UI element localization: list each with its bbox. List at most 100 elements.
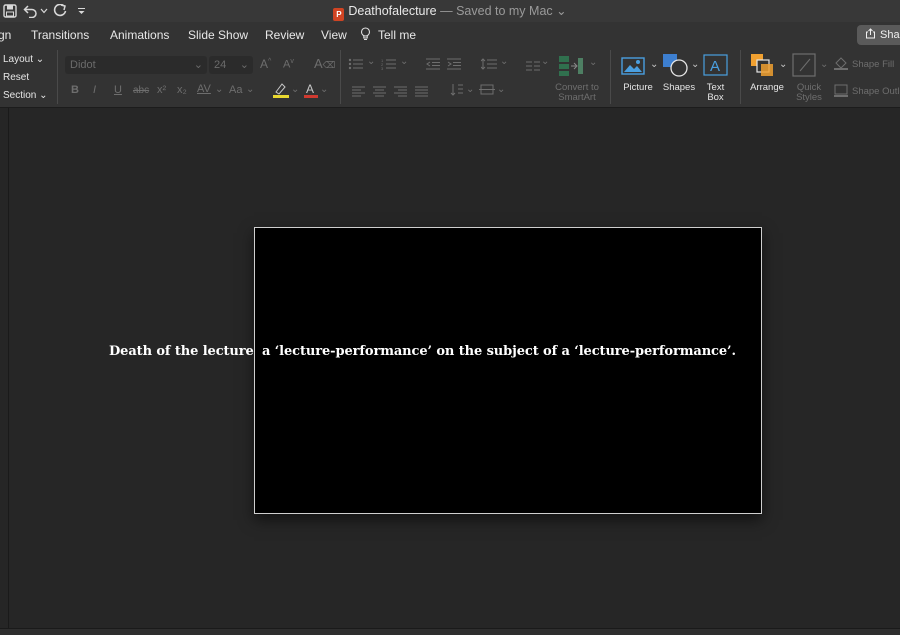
- columns-chevron-icon[interactable]: ⌄: [541, 56, 549, 67]
- increase-font-size-icon[interactable]: A^: [260, 57, 271, 71]
- italic-button[interactable]: I: [93, 84, 96, 96]
- slide[interactable]: [254, 227, 762, 514]
- share-label: Shar: [880, 29, 900, 41]
- outside-text-label[interactable]: Death of the lecture: [109, 344, 254, 359]
- svg-text:A: A: [710, 58, 720, 75]
- font-color-icon[interactable]: A: [304, 82, 318, 103]
- slide-body-text[interactable]: a ‘lecture-performance’ on the subject o…: [262, 344, 736, 359]
- save-status: — Saved to my Mac: [440, 4, 553, 18]
- font-size-value: 24: [214, 59, 227, 71]
- font-name-value: Didot: [70, 59, 96, 71]
- shape-outline-icon[interactable]: [834, 84, 848, 102]
- change-case-button[interactable]: Aa: [229, 84, 242, 96]
- picture-button[interactable]: Picture: [618, 83, 658, 93]
- decrease-indent-icon[interactable]: [426, 57, 440, 75]
- font-color-chevron-icon[interactable]: ⌄: [320, 84, 328, 95]
- arrange-button[interactable]: Arrange: [746, 83, 788, 93]
- arrange-icon[interactable]: [750, 53, 776, 82]
- shapes-icon[interactable]: [662, 53, 690, 82]
- powerpoint-icon: P: [333, 8, 345, 21]
- layout-button[interactable]: Layout ⌄: [3, 54, 44, 65]
- highlight-chevron-icon[interactable]: ⌄: [291, 84, 299, 95]
- strikethrough-button[interactable]: abc: [133, 85, 149, 96]
- numbering-icon[interactable]: 123: [381, 57, 397, 75]
- tab-review[interactable]: Review: [265, 28, 304, 42]
- align-text-icon[interactable]: [479, 83, 495, 101]
- document-title: P Deathofalecture — Saved to my Mac ⌄: [0, 3, 900, 21]
- ribbon-separator: [57, 50, 58, 104]
- quick-styles-chevron-icon[interactable]: ⌄: [820, 59, 828, 70]
- tell-me-search[interactable]: Tell me: [378, 28, 416, 42]
- shapes-button[interactable]: Shapes: [659, 83, 699, 93]
- tab-transitions[interactable]: Transitions: [31, 28, 89, 42]
- tab-slide-show[interactable]: Slide Show: [188, 28, 248, 42]
- align-left-icon[interactable]: [352, 84, 365, 102]
- change-case-chevron-icon[interactable]: ⌄: [246, 84, 254, 95]
- bullets-icon[interactable]: [348, 57, 364, 75]
- decrease-font-size-icon[interactable]: Av: [283, 58, 294, 71]
- title-bar: P Deathofalecture — Saved to my Mac ⌄: [0, 0, 900, 22]
- clear-formatting-icon[interactable]: A⌫: [314, 56, 335, 71]
- increase-indent-icon[interactable]: [447, 57, 461, 75]
- svg-text:3: 3: [381, 66, 384, 70]
- smartart-label-line2: SmartArt: [558, 92, 596, 103]
- svg-text:A: A: [306, 82, 314, 96]
- quick-styles-label-line2: Styles: [796, 92, 822, 103]
- numbering-chevron-icon[interactable]: ⌄: [400, 56, 408, 67]
- ribbon-separator: [740, 50, 741, 104]
- text-box-button[interactable]: Text Box: [700, 83, 731, 103]
- shape-fill-button[interactable]: Shape Fill: [852, 59, 894, 70]
- align-right-icon[interactable]: [394, 84, 407, 102]
- lightbulb-icon: [360, 27, 371, 46]
- bullets-chevron-icon[interactable]: ⌄: [367, 56, 375, 67]
- section-button[interactable]: Section ⌄: [3, 90, 48, 101]
- underline-button[interactable]: U: [114, 84, 122, 96]
- bold-button[interactable]: B: [71, 84, 79, 96]
- quick-styles-button[interactable]: Quick Styles: [789, 83, 829, 103]
- superscript-button[interactable]: x²: [157, 84, 166, 96]
- section-label: Section: [3, 90, 37, 101]
- smartart-icon[interactable]: [558, 55, 584, 82]
- font-name-select[interactable]: Didot ⌄: [65, 56, 207, 74]
- text-box-label-line2: Box: [707, 92, 724, 103]
- convert-to-smartart-label[interactable]: Convert to SmartArt: [550, 83, 604, 103]
- ribbon-separator: [340, 50, 341, 104]
- arrange-chevron-icon[interactable]: ⌄: [779, 59, 787, 70]
- layout-label: Layout: [3, 54, 34, 65]
- ribbon: Layout ⌄ Reset Section ⌄ Didot ⌄ 24 ⌄ A^ A…: [0, 47, 900, 108]
- reset-button[interactable]: Reset: [3, 72, 29, 83]
- tab-animations[interactable]: Animations: [110, 28, 169, 42]
- tab-design[interactable]: gn: [0, 28, 11, 42]
- picture-icon[interactable]: [621, 57, 645, 80]
- ribbon-tabs: gn Transitions Animations Slide Show Rev…: [0, 22, 900, 47]
- quick-styles-icon[interactable]: [792, 53, 818, 82]
- share-icon: [866, 28, 875, 39]
- tab-view[interactable]: View: [321, 28, 347, 42]
- line-spacing-icon[interactable]: [480, 57, 497, 75]
- text-direction-chevron-icon[interactable]: ⌄: [466, 84, 474, 95]
- character-spacing-button[interactable]: AV: [197, 83, 211, 95]
- thumbnail-pane-divider[interactable]: [8, 108, 9, 628]
- shapes-chevron-icon[interactable]: ⌄: [691, 59, 699, 70]
- shape-outline-button[interactable]: Shape Outli: [852, 86, 900, 97]
- title-chevron-icon[interactable]: ⌄: [556, 4, 566, 18]
- chevron-down-icon: ⌄: [239, 59, 249, 71]
- chevron-down-icon: ⌄: [193, 59, 203, 71]
- columns-icon[interactable]: [526, 58, 540, 76]
- subscript-button[interactable]: x₂: [177, 84, 187, 96]
- smartart-chevron-icon[interactable]: ⌄: [589, 57, 597, 68]
- document-filename: Deathofalecture: [348, 4, 437, 18]
- share-button[interactable]: Shar: [857, 25, 900, 45]
- text-direction-icon[interactable]: [450, 83, 464, 101]
- status-bar: [0, 628, 900, 635]
- highlight-color-icon[interactable]: [272, 82, 290, 103]
- align-text-chevron-icon[interactable]: ⌄: [497, 84, 505, 95]
- text-box-icon[interactable]: A: [703, 54, 728, 81]
- character-spacing-chevron-icon[interactable]: ⌄: [215, 84, 223, 95]
- font-size-select[interactable]: 24 ⌄: [209, 56, 253, 74]
- align-center-icon[interactable]: [373, 84, 386, 102]
- picture-chevron-icon[interactable]: ⌄: [650, 59, 658, 70]
- shape-fill-icon[interactable]: [834, 57, 848, 75]
- justify-icon[interactable]: [415, 84, 428, 102]
- line-spacing-chevron-icon[interactable]: ⌄: [500, 56, 508, 67]
